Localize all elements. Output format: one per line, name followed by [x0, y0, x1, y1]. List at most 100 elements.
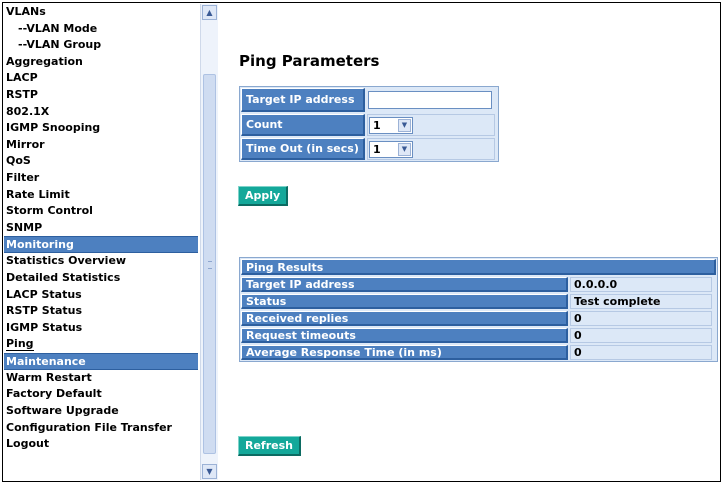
timeout-label: Time Out (in secs) [241, 138, 365, 160]
ping-parameters-table: Target IP address Count 1 ▼ Time Out (in… [239, 86, 499, 162]
result-label: Received replies [241, 311, 568, 326]
sidebar-item-label: Factory Default [6, 387, 102, 401]
sidebar-item-label: Configuration File Transfer [6, 420, 172, 434]
sidebar-item-label: --VLAN Mode [18, 21, 98, 35]
sidebar: VLANs --VLAN Mode --VLAN Group Aggregation L… [4, 4, 218, 480]
sidebar-section-maintenance: Maintenance [4, 352, 198, 370]
sidebar-item-factory-default[interactable]: Factory Default [4, 386, 198, 403]
ping-results-table: Ping Results Target IP address 0.0.0.0 Sta… [239, 257, 718, 362]
sidebar-item-label: Rate Limit [6, 187, 70, 201]
table-row: Average Response Time (in ms) 0 [240, 344, 717, 361]
sidebar-item-label: LACP Status [6, 287, 82, 301]
sidebar-item-mirror[interactable]: Mirror [4, 137, 198, 154]
sidebar-item-label: --VLAN Group [18, 38, 102, 52]
sidebar-item-label: Storm Control [6, 204, 93, 218]
result-value: 0 [570, 328, 712, 343]
sidebar-item-lacp-status[interactable]: LACP Status [4, 287, 198, 304]
count-value: 1 [373, 118, 381, 132]
sidebar-item-warm-restart[interactable]: Warm Restart [4, 370, 198, 387]
apply-button[interactable]: Apply [238, 186, 289, 206]
sidebar-item-label: QoS [6, 154, 31, 168]
sidebar-item-label: SNMP [6, 220, 43, 234]
param-row-target-ip: Target IP address [240, 87, 498, 113]
timeout-value: 1 [373, 142, 381, 156]
sidebar-item-statistics-overview[interactable]: Statistics Overview [4, 253, 198, 270]
scroll-grip-icon [208, 261, 212, 269]
result-label: Target IP address [241, 277, 568, 292]
sidebar-item-label: Mirror [6, 137, 45, 151]
param-row-count: Count 1 ▼ [240, 113, 498, 137]
sidebar-item-label: Ping [6, 337, 34, 352]
refresh-button[interactable]: Refresh [238, 436, 301, 456]
sidebar-item-rstp-status[interactable]: RSTP Status [4, 303, 198, 320]
sidebar-item-snmp[interactable]: SNMP [4, 220, 198, 237]
result-value: 0 [570, 345, 712, 360]
sidebar-item-label: Software Upgrade [6, 404, 119, 418]
sidebar-item-aggregation[interactable]: Aggregation [4, 54, 198, 71]
ping-results-header: Ping Results [241, 259, 716, 275]
app-frame: VLANs --VLAN Mode --VLAN Group Aggregation L… [2, 2, 721, 482]
scroll-thumb[interactable] [203, 74, 216, 454]
sidebar-item-label: 802.1X [6, 104, 50, 118]
sidebar-item-label: Monitoring [6, 238, 74, 252]
sidebar-item-vlan-group[interactable]: --VLAN Group [4, 37, 198, 54]
target-ip-label: Target IP address [241, 88, 365, 112]
sidebar-item-filter[interactable]: Filter [4, 170, 198, 187]
sidebar-item-label: Aggregation [6, 54, 83, 68]
scroll-down-icon[interactable]: ▼ [202, 464, 217, 479]
sidebar-nav: VLANs --VLAN Mode --VLAN Group Aggregation L… [4, 4, 198, 453]
sidebar-scrollbar[interactable]: ▲ ▼ [200, 4, 218, 480]
timeout-select[interactable]: 1 ▼ [369, 140, 413, 158]
sidebar-item-detailed-statistics[interactable]: Detailed Statistics [4, 270, 198, 287]
sidebar-item-802-1x[interactable]: 802.1X [4, 104, 198, 121]
sidebar-item-vlans[interactable]: VLANs [4, 4, 198, 21]
result-value: 0.0.0.0 [570, 277, 712, 292]
sidebar-item-ping[interactable]: Ping [4, 336, 198, 353]
sidebar-item-igmp-snooping[interactable]: IGMP Snooping [4, 120, 198, 137]
sidebar-item-label: Warm Restart [6, 370, 92, 384]
sidebar-item-storm-control[interactable]: Storm Control [4, 203, 198, 220]
result-label: Average Response Time (in ms) [241, 345, 568, 360]
sidebar-section-monitoring: Monitoring [4, 236, 198, 254]
sidebar-item-vlan-mode[interactable]: --VLAN Mode [4, 21, 198, 38]
sidebar-item-logout[interactable]: Logout [4, 436, 198, 453]
sidebar-item-label: RSTP [6, 87, 38, 101]
sidebar-item-lacp[interactable]: LACP [4, 70, 198, 87]
chevron-down-icon[interactable]: ▼ [398, 142, 411, 156]
chevron-down-icon[interactable]: ▼ [398, 118, 411, 132]
sidebar-item-rate-limit[interactable]: Rate Limit [4, 187, 198, 204]
result-label: Status [241, 294, 568, 309]
result-value: 0 [570, 311, 712, 326]
sidebar-item-label: Filter [6, 170, 40, 184]
table-row: Request timeouts 0 [240, 327, 717, 344]
sidebar-item-configuration-file-transfer[interactable]: Configuration File Transfer [4, 420, 198, 437]
sidebar-item-label: RSTP Status [6, 304, 83, 318]
count-label: Count [241, 114, 365, 136]
sidebar-item-rstp[interactable]: RSTP [4, 87, 198, 104]
target-ip-cell [367, 88, 495, 112]
table-row: Target IP address 0.0.0.0 [240, 276, 717, 293]
sidebar-item-label: IGMP Snooping [6, 121, 101, 135]
count-select[interactable]: 1 ▼ [369, 116, 413, 134]
table-row: Received replies 0 [240, 310, 717, 327]
sidebar-item-label: IGMP Status [6, 320, 83, 334]
sidebar-item-label: VLANs [6, 5, 46, 18]
timeout-cell: 1 ▼ [367, 138, 495, 160]
target-ip-input[interactable] [368, 91, 492, 109]
ping-results-rows: Target IP address 0.0.0.0 Status Test compl… [240, 276, 717, 361]
table-row: Status Test complete [240, 293, 717, 310]
scroll-up-icon[interactable]: ▲ [202, 5, 217, 20]
sidebar-item-label: Logout [6, 437, 50, 451]
sidebar-item-label: LACP [6, 71, 38, 85]
sidebar-item-label: Maintenance [6, 354, 86, 368]
result-value: Test complete [570, 294, 712, 309]
page-title: Ping Parameters [239, 52, 380, 70]
sidebar-item-qos[interactable]: QoS [4, 153, 198, 170]
sidebar-item-igmp-status[interactable]: IGMP Status [4, 320, 198, 337]
sidebar-item-label: Detailed Statistics [6, 270, 121, 284]
result-label: Request timeouts [241, 328, 568, 343]
count-cell: 1 ▼ [367, 114, 495, 136]
sidebar-item-software-upgrade[interactable]: Software Upgrade [4, 403, 198, 420]
param-row-timeout: Time Out (in secs) 1 ▼ [240, 137, 498, 161]
sidebar-item-label: Statistics Overview [6, 254, 127, 268]
